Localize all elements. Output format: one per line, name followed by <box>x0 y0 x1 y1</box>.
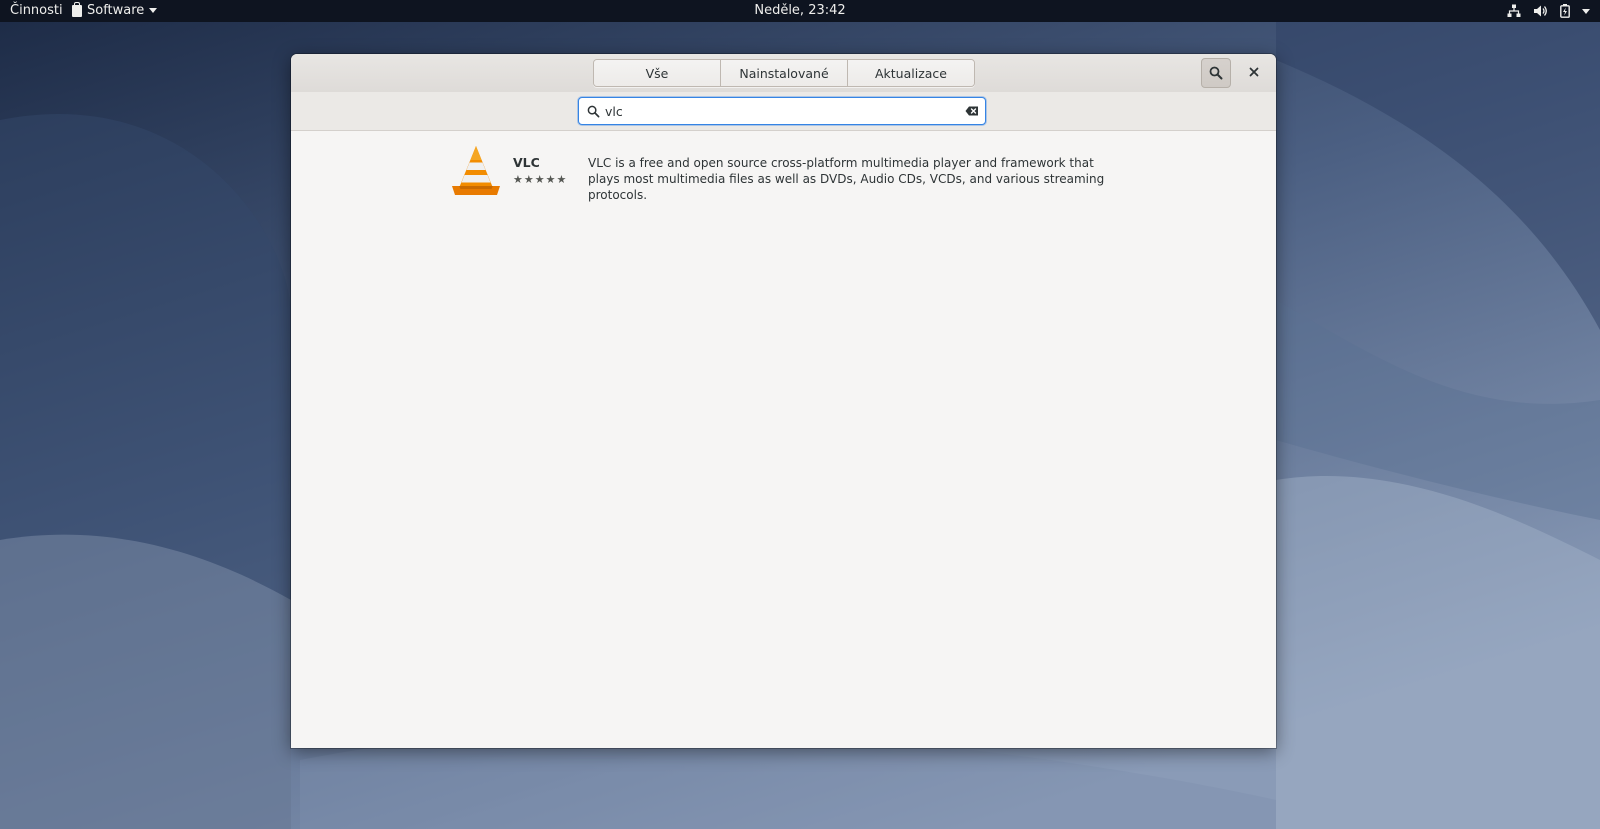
clock[interactable]: Neděle, 23:42 <box>754 3 845 18</box>
tab-installed[interactable]: Nainstalované <box>721 60 848 86</box>
app-description: VLC is a free and open source cross-plat… <box>588 156 1105 202</box>
header-bar: Vše Nainstalované Aktualizace <box>291 54 1276 93</box>
search-entry <box>578 97 986 125</box>
tab-updates[interactable]: Aktualizace <box>848 60 974 86</box>
close-icon <box>1249 67 1259 77</box>
chevron-down-icon <box>149 8 158 13</box>
vlc-cone-icon <box>452 146 500 195</box>
tab-all[interactable]: Vše <box>594 60 721 86</box>
top-bar: Činnosti Software Neděle, 23:42 <box>0 0 1600 22</box>
star-icon: ★ <box>556 173 567 186</box>
search-input[interactable] <box>605 101 955 121</box>
app-result-row[interactable]: VLC ★ ★ ★ ★ ★ VLC is a free and open sou… <box>451 141 1121 202</box>
software-bag-icon <box>72 1 82 17</box>
chevron-down-icon <box>1582 8 1590 14</box>
search-icon <box>586 104 600 118</box>
star-icon: ★ <box>523 173 534 186</box>
software-window: Vše Nainstalované Aktualizace vlc VLC ★ … <box>291 54 1276 748</box>
search-bar <box>291 92 1276 131</box>
system-status-menu[interactable] <box>1507 4 1590 18</box>
app-menu-button[interactable]: Software <box>72 1 158 18</box>
view-switcher: Vše Nainstalované Aktualizace <box>593 59 975 87</box>
star-icon: ★ <box>513 173 523 186</box>
volume-icon <box>1533 4 1548 18</box>
app-menu-label: Software <box>87 3 145 18</box>
close-button[interactable] <box>1241 59 1267 85</box>
search-results: VLC ★ ★ ★ ★ ★ VLC is a free and open sou… <box>291 131 1276 748</box>
activities-button[interactable]: Činnosti <box>10 3 63 18</box>
search-toggle-button[interactable] <box>1201 58 1231 88</box>
edit-clear-icon[interactable] <box>964 103 980 119</box>
star-icon: ★ <box>534 173 545 186</box>
battery-icon <box>1560 4 1570 18</box>
network-icon <box>1507 4 1521 18</box>
app-name: VLC <box>513 155 540 170</box>
search-icon <box>1209 66 1223 80</box>
star-icon: ★ <box>545 173 556 186</box>
rating-stars: ★ ★ ★ ★ ★ <box>513 174 566 185</box>
